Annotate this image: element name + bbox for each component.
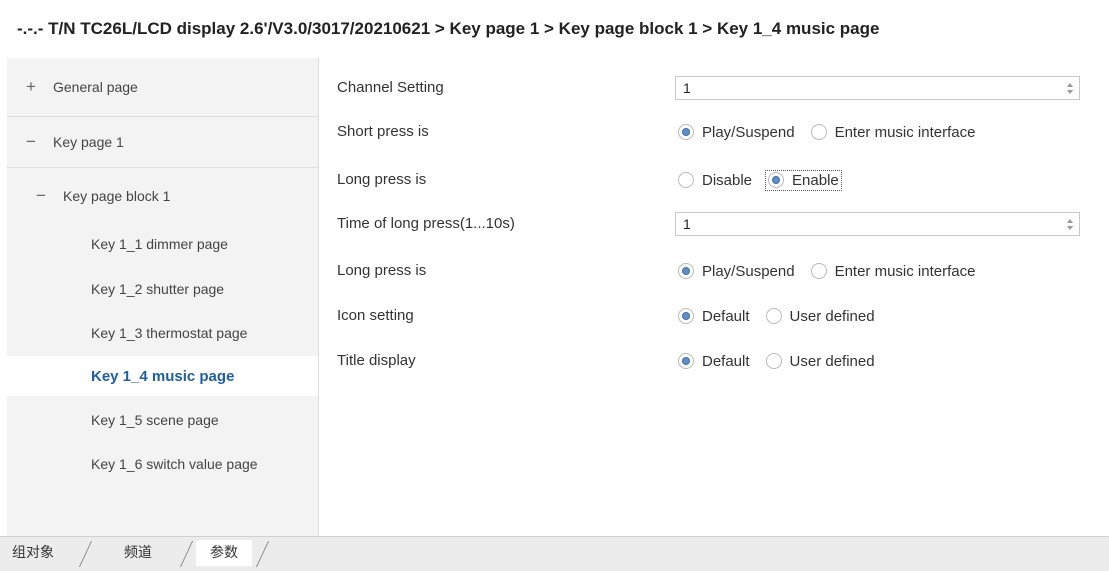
tab-divider — [255, 541, 270, 567]
long-press-enable-label: Long press is — [337, 171, 427, 188]
long-press-time-row: Time of long press(1...10s) 1 — [320, 206, 1109, 242]
radio-label: Play/Suspend — [702, 123, 795, 141]
long-press-enable-radio-group: Disable Enable — [675, 162, 852, 198]
tab-divider — [179, 541, 194, 567]
radio-unchecked-icon[interactable] — [765, 353, 782, 369]
long-press-enter-music-radio[interactable]: Enter music interface — [808, 261, 979, 282]
radio-unchecked-icon[interactable] — [765, 308, 782, 324]
spin-down-icon[interactable] — [1067, 89, 1073, 94]
long-press-time-label: Time of long press(1...10s) — [337, 215, 515, 232]
tab-channel[interactable]: 频道 — [124, 540, 152, 566]
icon-setting-row: Icon setting Default User defined — [320, 298, 1109, 334]
radio-label: Play/Suspend — [702, 262, 795, 280]
spin-up-icon[interactable] — [1067, 82, 1073, 87]
long-press-time-stepper[interactable]: 1 — [675, 212, 1080, 236]
sidebar-item-label: Key 1_1 dimmer page — [91, 236, 228, 252]
title-display-default-radio[interactable]: Default — [675, 351, 753, 372]
radio-checked-icon[interactable] — [678, 263, 694, 279]
radio-label: User defined — [789, 352, 875, 370]
radio-checked-icon[interactable] — [678, 308, 694, 324]
breadcrumb-text: -.-.- T/N TC26L/LCD display 2.6'/V3.0/30… — [17, 19, 880, 38]
breadcrumb: -.-.- T/N TC26L/LCD display 2.6'/V3.0/30… — [0, 0, 1109, 58]
collapse-icon[interactable]: − — [33, 186, 49, 206]
channel-setting-stepper[interactable]: 1 — [675, 76, 1080, 100]
sidebar-item-label: Key 1_6 switch value page — [91, 456, 258, 472]
sidebar-item-switch-value-page[interactable]: Key 1_6 switch value page — [7, 444, 318, 484]
long-press-enable-row: Long press is Disable Enable — [320, 162, 1109, 198]
spin-buttons[interactable] — [1065, 79, 1075, 97]
sidebar-item-label: Key 1_5 scene page — [91, 412, 219, 428]
long-press-action-row: Long press is Play/Suspend Enter music i… — [320, 253, 1109, 289]
sidebar-item-label: Key page 1 — [53, 134, 124, 150]
sidebar-item-shutter-page[interactable]: Key 1_2 shutter page — [7, 269, 318, 309]
title-display-label: Title display — [337, 352, 416, 369]
sidebar: + General page − Key page 1 − Key page b… — [7, 58, 319, 536]
radio-label: User defined — [789, 307, 875, 325]
channel-setting-label: Channel Setting — [337, 79, 444, 96]
icon-setting-label: Icon setting — [337, 307, 414, 324]
radio-unchecked-icon[interactable] — [810, 124, 827, 140]
short-press-row: Short press is Play/Suspend Enter music … — [320, 114, 1109, 150]
channel-setting-value[interactable]: 1 — [683, 77, 691, 99]
radio-dot — [682, 312, 690, 320]
expand-icon[interactable]: + — [23, 77, 39, 97]
bottom-tab-bar: 组对象 频道 参数 — [0, 536, 1109, 571]
long-press-enable-radio[interactable]: Enable — [765, 169, 842, 191]
spin-up-icon[interactable] — [1067, 218, 1073, 223]
radio-label: Enter music interface — [834, 123, 976, 141]
radio-label: Default — [702, 307, 750, 325]
radio-checked-icon[interactable] — [678, 353, 694, 369]
sidebar-item-key-page-1[interactable]: − Key page 1 — [7, 117, 318, 167]
radio-checked-icon[interactable] — [768, 172, 785, 188]
tab-divider — [78, 541, 93, 567]
tab-parameters[interactable]: 参数 — [196, 540, 252, 566]
sidebar-item-label: General page — [53, 79, 138, 95]
sidebar-item-general-page[interactable]: + General page — [7, 58, 318, 116]
radio-dot — [682, 267, 690, 275]
radio-dot — [682, 128, 690, 136]
title-display-row: Title display Default User defined — [320, 343, 1109, 379]
long-press-action-radio-group: Play/Suspend Enter music interface — [675, 253, 988, 289]
divider — [7, 167, 318, 168]
spin-buttons[interactable] — [1065, 215, 1075, 233]
collapse-icon[interactable]: − — [23, 132, 39, 152]
tab-group-objects[interactable]: 组对象 — [12, 540, 54, 566]
short-press-enter-music-radio[interactable]: Enter music interface — [808, 122, 979, 143]
radio-label: Enable — [792, 171, 839, 189]
sidebar-item-label: Key page block 1 — [63, 188, 171, 204]
radio-dot — [772, 176, 781, 184]
long-press-play-suspend-radio[interactable]: Play/Suspend — [675, 261, 798, 282]
sidebar-item-thermostat-page[interactable]: Key 1_3 thermostat page — [7, 313, 318, 353]
icon-setting-default-radio[interactable]: Default — [675, 306, 753, 327]
sidebar-item-music-page[interactable]: Key 1_4 music page — [7, 356, 318, 396]
short-press-play-suspend-radio[interactable]: Play/Suspend — [675, 122, 798, 143]
radio-checked-icon[interactable] — [678, 124, 694, 140]
spin-down-icon[interactable] — [1067, 225, 1073, 230]
channel-setting-row: Channel Setting 1 — [320, 70, 1109, 106]
long-press-disable-radio[interactable]: Disable — [675, 170, 755, 191]
radio-unchecked-icon[interactable] — [678, 172, 694, 188]
sidebar-item-label: Key 1_3 thermostat page — [91, 325, 248, 341]
radio-label: Default — [702, 352, 750, 370]
icon-setting-radio-group: Default User defined — [675, 298, 888, 334]
title-display-user-defined-radio[interactable]: User defined — [763, 351, 878, 372]
long-press-time-value[interactable]: 1 — [683, 213, 691, 235]
short-press-radio-group: Play/Suspend Enter music interface — [675, 114, 988, 150]
sidebar-item-label: Key 1_2 shutter page — [91, 281, 225, 297]
sidebar-item-scene-page[interactable]: Key 1_5 scene page — [7, 400, 318, 440]
short-press-label: Short press is — [337, 123, 429, 140]
title-display-radio-group: Default User defined — [675, 343, 888, 379]
sidebar-item-dimmer-page[interactable]: Key 1_1 dimmer page — [7, 224, 318, 264]
radio-label: Enter music interface — [834, 262, 976, 280]
sidebar-item-label: Key 1_4 music page — [91, 367, 235, 385]
radio-unchecked-icon[interactable] — [810, 263, 827, 279]
parameter-panel: Channel Setting 1 Short press is Play/Su… — [320, 58, 1109, 536]
icon-setting-user-defined-radio[interactable]: User defined — [763, 306, 878, 327]
radio-dot — [682, 357, 690, 365]
long-press-action-label: Long press is — [337, 262, 427, 279]
sidebar-item-key-page-block-1[interactable]: − Key page block 1 — [7, 174, 318, 218]
radio-label: Disable — [702, 171, 753, 189]
